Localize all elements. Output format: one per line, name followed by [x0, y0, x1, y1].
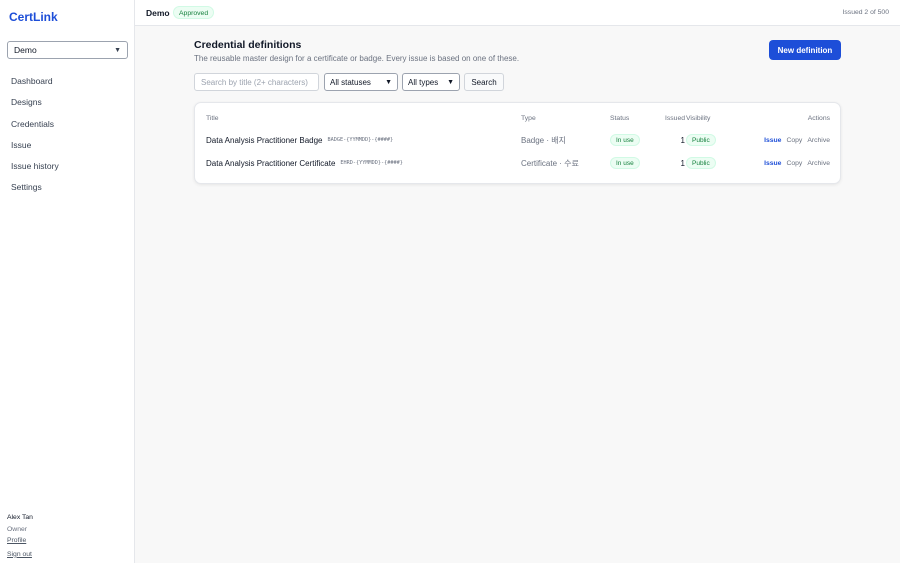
search-button[interactable]: Search	[464, 73, 504, 91]
page-subtitle: The reusable master design for a certifi…	[194, 54, 520, 63]
status-badge: In use	[610, 134, 640, 146]
definition-title[interactable]: Data Analysis Practitioner Badge	[206, 136, 323, 145]
visibility-cell: Public	[686, 153, 716, 173]
type-filter-select[interactable]: All types ▼	[402, 73, 460, 91]
row-actions: Issue Copy Archive	[764, 130, 830, 150]
archive-action[interactable]: Archive	[807, 160, 830, 167]
org-select-value: Demo	[14, 45, 37, 55]
definition-title[interactable]: Data Analysis Practitioner Certificate	[206, 159, 335, 168]
type-filter-value: All types	[408, 77, 439, 87]
user-block: Alex Tan Owner Profile Sign out	[7, 512, 33, 560]
row-actions: Issue Copy Archive	[764, 153, 830, 173]
issue-action[interactable]: Issue	[764, 160, 781, 167]
search-placeholder: Search by title (2+ characters)	[201, 77, 308, 87]
sidebar-item-settings[interactable]: Settings	[0, 177, 134, 198]
status-filter-value: All statuses	[330, 77, 371, 87]
column-header-status: Status	[610, 115, 630, 122]
definitions-table: Title Type Status Issued Visibility Acti…	[194, 102, 841, 184]
user-role: Owner	[7, 525, 28, 533]
serial-format: BADGE-{YYMMDD}-{####}	[327, 137, 394, 143]
topbar: Demo Approved Issued 2 of 500	[135, 0, 900, 26]
visibility-badge: Public	[686, 134, 716, 146]
org-name: Demo	[146, 8, 170, 18]
column-header-actions: Actions	[807, 115, 830, 122]
issue-action[interactable]: Issue	[764, 137, 781, 144]
issue-quota: Issued 2 of 500	[842, 9, 889, 16]
copy-action[interactable]: Copy	[786, 137, 802, 144]
copy-action[interactable]: Copy	[786, 160, 802, 167]
serial-format: EHRD-{YYMMDD}-{####}	[340, 160, 403, 166]
sidebar-item-designs[interactable]: Designs	[0, 92, 134, 113]
status-cell: In use	[610, 130, 640, 150]
brand-logo[interactable]: CertLink	[9, 10, 58, 24]
definition-title-cell: Data Analysis Practitioner Badge BADGE-{…	[206, 130, 393, 150]
chevron-down-icon: ▼	[385, 78, 392, 86]
visibility-badge: Public	[686, 157, 716, 169]
sidebar-item-dashboard[interactable]: Dashboard	[0, 71, 134, 92]
table-row: Data Analysis Practitioner Badge BADGE-{…	[195, 130, 840, 150]
issued-count: 1	[680, 158, 685, 168]
sidebar-item-issue[interactable]: Issue	[0, 135, 134, 156]
sidebar-item-issue-history[interactable]: Issue history	[0, 156, 134, 177]
definition-type: Certificate · 수료	[521, 158, 579, 168]
column-header-visibility: Visibility	[686, 115, 711, 122]
column-header-type: Type	[521, 115, 536, 122]
status-badge: Approved	[173, 6, 215, 19]
new-definition-button[interactable]: New definition	[769, 40, 841, 60]
archive-action[interactable]: Archive	[807, 137, 830, 144]
definition-title-cell: Data Analysis Practitioner Certificate E…	[206, 153, 403, 173]
org-select[interactable]: Demo ▼	[7, 41, 128, 59]
table-row: Data Analysis Practitioner Certificate E…	[195, 153, 840, 173]
page-title: Credential definitions	[194, 39, 302, 51]
user-name: Alex Tan	[7, 514, 33, 521]
search-input[interactable]: Search by title (2+ characters)	[194, 73, 319, 91]
sidebar-item-credentials[interactable]: Credentials	[0, 114, 134, 135]
sign-out-link[interactable]: Sign out	[7, 549, 33, 561]
profile-link[interactable]: Profile	[7, 535, 33, 547]
status-badge: In use	[610, 157, 640, 169]
sidebar: CertLink Demo ▼ Dashboard Designs Creden…	[0, 0, 135, 563]
chevron-down-icon: ▼	[114, 46, 121, 54]
definition-type: Badge · 배지	[521, 135, 566, 145]
chevron-down-icon: ▼	[447, 78, 454, 86]
sidebar-nav: Dashboard Designs Credentials Issue Issu…	[0, 71, 134, 199]
visibility-cell: Public	[686, 130, 716, 150]
status-filter-select[interactable]: All statuses ▼	[324, 73, 398, 91]
status-cell: In use	[610, 153, 640, 173]
issued-count: 1	[680, 135, 685, 145]
column-header-issued: Issued	[665, 115, 686, 122]
column-header-title: Title	[206, 115, 219, 122]
